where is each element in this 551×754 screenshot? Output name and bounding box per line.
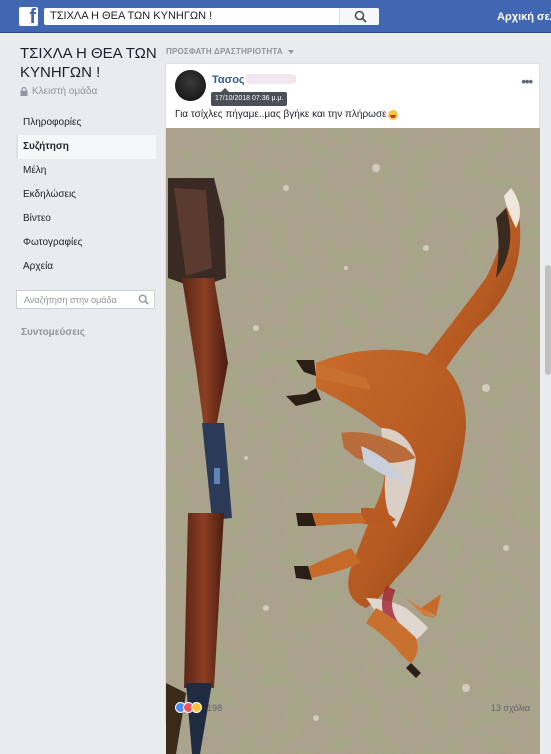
recent-activity-dropdown[interactable]: ΠΡΟΣΦΑΤΗ ΔΡΑΣΤΗΡΙΟΤΗΤΑ [166,47,294,56]
nav-item-events[interactable]: Εκδηλώσεις [16,183,158,207]
avatar[interactable] [175,70,206,101]
author-surname-redaction [246,74,296,84]
page-scrollbar[interactable] [545,265,551,375]
nav-item-videos[interactable]: Βίντεο [16,207,158,231]
top-navigation-bar: f ΤΣΙΧΛΑ Η ΘΕΑ ΤΩΝ ΚΥΝΗΓΩΝ ! Αρχική σελί… [0,0,551,33]
post-caption: Για τσίχλες πήγαμε..μας βγήκε και την πλ… [175,109,398,120]
comment-count-link[interactable]: 13 σχόλια [491,703,530,713]
nav-item-about[interactable]: Πληροφορίες [16,111,158,135]
post-photo[interactable] [166,128,540,754]
more-options-icon[interactable]: ••• [521,74,533,89]
search-input[interactable]: ΤΣΙΧΛΑ Η ΘΕΑ ΤΩΝ ΚΥΝΗΓΩΝ ! [44,8,379,25]
feed-header-label: ΠΡΟΣΦΑΤΗ ΔΡΑΣΤΗΡΙΟΤΗΤΑ [166,47,283,56]
caret-down-icon [287,49,294,54]
reaction-count: 198 [207,702,223,713]
home-link[interactable]: Αρχική σελίδα [497,11,551,23]
haha-reaction-icon [191,702,202,713]
lock-icon [20,87,28,96]
post-author[interactable]: Τασος [212,74,245,86]
timestamp-tooltip: 17/10/2018 07:36 μ.μ. [211,88,288,106]
privacy-label: Κλειστή ομάδα [32,86,98,97]
nav-item-files[interactable]: Αρχεία [16,255,158,279]
search-icon[interactable] [138,294,149,305]
nav-item-discussion[interactable]: Συζήτηση [16,135,156,159]
nav-item-members[interactable]: Μέλη [16,159,158,183]
group-nav: Πληροφορίες Συζήτηση Μέλη Εκδηλώσεις Βίν… [16,111,158,279]
group-sidebar: ΤΣΙΧΛΑ Η ΘΕΑ ΤΩΝ ΚΥΝΗΓΩΝ ! Κλειστή ομάδα… [16,44,158,338]
shortcuts-heading: Συντομεύσεις [21,327,85,338]
nav-item-photos[interactable]: Φωτογραφίες [16,231,158,255]
post-card: Τασος 17/10/2018 07:36 μ.μ. ••• Για τσίχ… [165,63,540,754]
group-search-input[interactable]: Αναζήτηση στην ομάδα [16,290,155,309]
reactions-summary[interactable]: 198 [175,702,222,713]
search-button[interactable] [339,8,379,25]
group-privacy: Κλειστή ομάδα [20,86,158,97]
group-name[interactable]: ΤΣΙΧΛΑ Η ΘΕΑ ΤΩΝ ΚΥΝΗΓΩΝ ! [20,44,158,82]
group-search-placeholder: Αναζήτηση στην ομάδα [24,295,117,305]
search-icon [354,10,367,23]
post-caption-text: Για τσίχλες πήγαμε..μας βγήκε και την πλ… [175,109,387,120]
search-value: ΤΣΙΧΛΑ Η ΘΕΑ ΤΩΝ ΚΥΝΗΓΩΝ ! [50,10,213,22]
laughing-emoji-icon [387,109,398,120]
facebook-logo[interactable]: f [19,6,38,28]
